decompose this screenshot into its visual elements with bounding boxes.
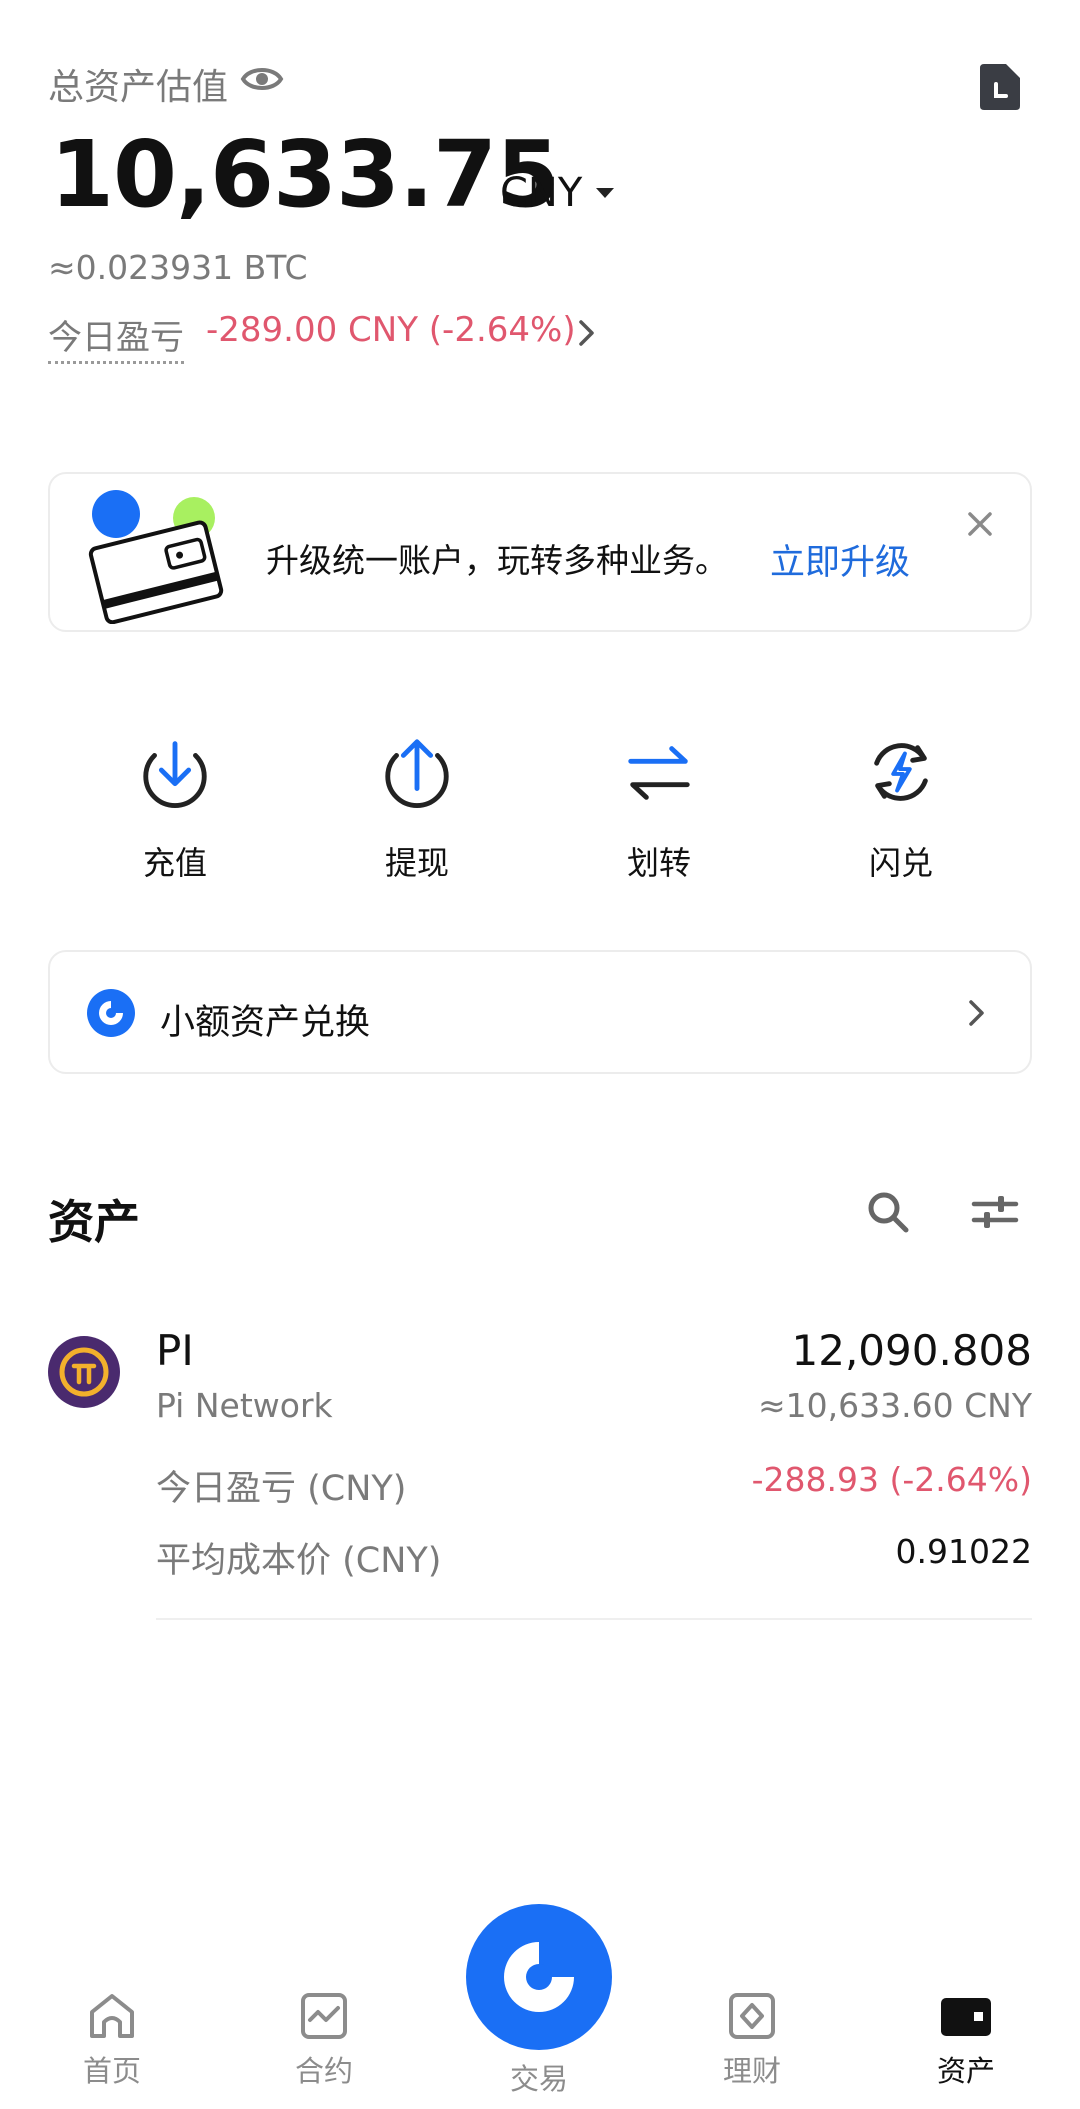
- history-icon[interactable]: [976, 60, 1024, 112]
- currency-label: CNY: [500, 170, 583, 216]
- transfer-button[interactable]: 划转: [584, 734, 734, 884]
- trade-icon: [504, 1942, 574, 2012]
- flash-exchange-icon: [874, 743, 928, 801]
- upgrade-now-link[interactable]: 立即升级: [770, 534, 910, 585]
- total-assets-label: 总资产估值: [48, 67, 229, 108]
- withdraw-label: 提现: [384, 844, 449, 882]
- small-exchange-icon: [87, 989, 135, 1037]
- asset-cost-value: 0.91022: [895, 1532, 1032, 1571]
- flash-exchange-label: 闪兑: [868, 844, 933, 882]
- nav-assets[interactable]: 资产: [896, 1990, 1036, 2100]
- deposit-label: 充值: [142, 844, 207, 882]
- asset-amount: 12,090.808: [791, 1326, 1032, 1375]
- asset-name: Pi Network: [156, 1386, 333, 1425]
- asset-pnl-label: 今日盈亏 (CNY): [156, 1469, 407, 1509]
- chevron-right-icon[interactable]: [576, 316, 598, 350]
- deposit-button[interactable]: 充值: [100, 734, 250, 884]
- withdraw-button[interactable]: 提现: [342, 734, 492, 884]
- assets-icon: [941, 1998, 991, 2036]
- upgrade-banner-text: 升级统一账户，玩转多种业务。: [266, 541, 728, 580]
- nav-trade-label: 交易: [509, 2062, 568, 2096]
- wallet-illustration-icon: [88, 490, 224, 624]
- transfer-icon: [628, 746, 690, 800]
- today-pnl-value[interactable]: -289.00 CNY (-2.64%): [206, 310, 576, 350]
- total-assets-value: 10,633.75: [50, 121, 560, 228]
- eye-icon[interactable]: [240, 60, 284, 98]
- small-exchange-label: 小额资产兑换: [160, 1003, 371, 1043]
- nav-earn-label: 理财: [722, 2054, 781, 2088]
- nav-home-label: 首页: [82, 2054, 141, 2088]
- nav-assets-label: 资产: [936, 2054, 995, 2088]
- filter-icon[interactable]: [970, 1188, 1020, 1236]
- nav-futures[interactable]: 合约: [254, 1990, 394, 2100]
- deposit-icon: [143, 741, 207, 808]
- flash-exchange-button[interactable]: 闪兑: [826, 734, 976, 884]
- withdraw-icon: [385, 739, 449, 808]
- search-icon[interactable]: [864, 1188, 912, 1236]
- earn-icon: [729, 1993, 775, 2039]
- divider: [156, 1618, 1032, 1620]
- assets-section-title: 资产: [48, 1195, 140, 1249]
- asset-cost-label: 平均成本价 (CNY): [156, 1541, 442, 1581]
- nav-futures-label: 合约: [294, 2054, 353, 2088]
- chevron-right-icon: [969, 1000, 984, 1026]
- nav-home[interactable]: 首页: [42, 1990, 182, 2100]
- currency-select[interactable]: CNY: [500, 170, 615, 216]
- home-icon: [90, 1994, 134, 2038]
- asset-symbol[interactable]: PI: [156, 1326, 194, 1375]
- pi-coin-logo: [48, 1336, 120, 1408]
- transfer-label: 划转: [626, 844, 691, 882]
- nav-earn[interactable]: 理财: [682, 1990, 822, 2100]
- futures-icon: [301, 1993, 347, 2039]
- nav-trade-button[interactable]: [466, 1904, 612, 2050]
- asset-pnl-value: -288.93 (-2.64%): [751, 1460, 1032, 1499]
- caret-down-icon: [596, 188, 615, 198]
- today-pnl-label[interactable]: 今日盈亏: [48, 310, 184, 364]
- pi-logo-icon: [59, 1347, 109, 1397]
- asset-value: ≈10,633.60 CNY: [758, 1386, 1032, 1425]
- btc-equivalent: ≈0.023931 BTC: [48, 248, 308, 287]
- close-icon[interactable]: [960, 504, 1000, 544]
